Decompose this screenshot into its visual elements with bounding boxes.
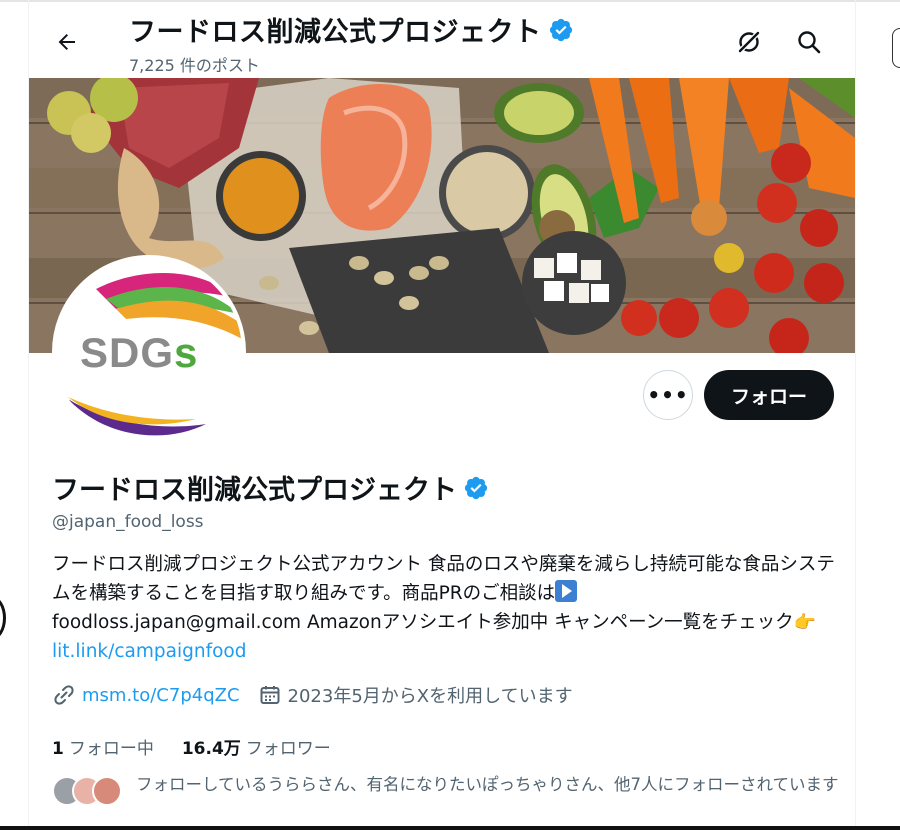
- header-title: フードロス削減公式プロジェクト: [129, 10, 574, 49]
- window-bottom-border: [0, 826, 900, 830]
- following-label: フォロー中: [68, 739, 154, 759]
- display-name-text: フードロス削減公式プロジェクト: [52, 475, 457, 506]
- bio-link[interactable]: lit.link/campaignfood: [52, 641, 246, 662]
- profile-avatar[interactable]: SDGs: [52, 255, 246, 449]
- joined-date: 2023年5月からXを利用しています: [287, 686, 573, 707]
- verified-badge-icon: [548, 17, 574, 43]
- profile-bio: フードロス削減プロジェクト公式アカウント 食品のロスや廃棄を減らし持続可能な食品…: [52, 550, 842, 666]
- header-title-text: フードロス削減公式プロジェクト: [129, 17, 542, 48]
- following-count: 1: [52, 739, 64, 759]
- link-icon: [52, 683, 76, 707]
- verified-badge-icon[interactable]: [463, 475, 489, 501]
- edge-scroll-handle[interactable]: [892, 28, 900, 68]
- website-link[interactable]: msm.to/C7p4qZC: [82, 685, 240, 706]
- bio-text-part2: foodloss.japan@gmail.com Amazonアソシエイト参加中…: [52, 612, 794, 633]
- search-button[interactable]: [791, 24, 827, 60]
- search-icon: [798, 31, 821, 54]
- calendar-icon: [258, 683, 282, 707]
- profile-display-name: フードロス削減公式プロジェクト: [52, 468, 489, 507]
- avatar-logo-text: SDGs: [80, 329, 199, 376]
- known-followers-text: フォローしているうららさん、有名になりたいぽっちゃりさん、他7人にフォローされて…: [136, 775, 839, 794]
- following-stat[interactable]: 1 フォロー中: [52, 734, 154, 759]
- profile-meta-row: msm.to/C7p4qZC 2023年5月からXを利用しています: [52, 682, 573, 708]
- play-button-emoji-icon: [555, 580, 578, 602]
- column-right-border: [855, 0, 856, 830]
- followers-count: 16.4万: [181, 739, 241, 759]
- profile-header: フードロス削減公式プロジェクト 7,225 件のポスト: [29, 2, 855, 78]
- follow-stats: 1 フォロー中 16.4万 フォロワー: [52, 734, 331, 759]
- avatar: [92, 776, 122, 806]
- known-followers[interactable]: フォローしているうららさん、有名になりたいぽっちゃりさん、他7人にフォローされて…: [52, 774, 842, 808]
- grok-button[interactable]: [731, 24, 767, 60]
- edge-scroll-control[interactable]: [0, 596, 6, 640]
- pointing-hand-emoji-icon: 👉: [793, 612, 817, 633]
- more-options-button[interactable]: •••: [643, 370, 693, 420]
- more-dots-icon: •••: [647, 383, 689, 407]
- arrow-left-icon: [58, 34, 75, 50]
- follow-button[interactable]: フォロー: [704, 370, 834, 420]
- follow-button-label: フォロー: [730, 385, 807, 408]
- bio-text-part1: フードロス削減プロジェクト公式アカウント 食品のロスや廃棄を減らし持続可能な食品…: [52, 554, 835, 604]
- page-frame: フードロス削減公式プロジェクト 7,225 件のポスト SDGs ••• フォロ…: [0, 0, 900, 830]
- known-followers-avatars: [52, 774, 132, 808]
- followers-stat[interactable]: 16.4万 フォロワー: [182, 734, 331, 759]
- grok-icon: [738, 31, 760, 53]
- profile-handle: @japan_food_loss: [52, 512, 204, 532]
- followers-label: フォロワー: [245, 739, 331, 759]
- back-button[interactable]: [49, 24, 85, 60]
- post-count: 7,225 件のポスト: [129, 56, 260, 75]
